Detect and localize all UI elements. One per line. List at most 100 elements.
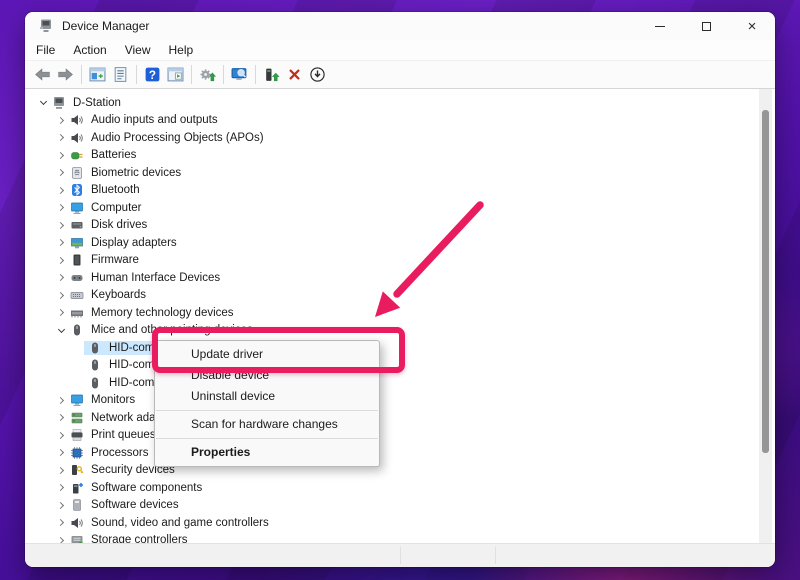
desktop-background: Device Manager × FileActionViewHelp ? D-… [0, 0, 800, 580]
battery-icon [70, 148, 84, 162]
context-menu-item-scan-for-hardware-changes[interactable]: Scan for hardware changes [155, 414, 379, 435]
minimize-icon [655, 26, 665, 27]
chevron-collapsed-icon[interactable] [56, 255, 66, 265]
close-button[interactable]: × [729, 12, 775, 40]
speaker-icon [70, 131, 84, 145]
chevron-collapsed-icon[interactable] [56, 203, 66, 213]
chevron-collapsed-icon[interactable] [56, 150, 66, 160]
chevron-collapsed-icon[interactable] [56, 168, 66, 178]
show-action-pane-button[interactable] [164, 63, 187, 86]
tree-item[interactable]: Batteries [25, 147, 775, 165]
svg-text:?: ? [149, 69, 156, 82]
firmware-icon [70, 253, 84, 267]
toolbar-separator [223, 65, 224, 84]
title-bar[interactable]: Device Manager × [25, 12, 775, 40]
tree-item[interactable]: Audio inputs and outputs [25, 112, 775, 130]
tree-item[interactable]: Processors [25, 444, 775, 462]
scan-hardware-changes-button[interactable] [228, 63, 251, 86]
annotation-arrow-icon [355, 190, 505, 330]
chevron-collapsed-icon[interactable] [56, 115, 66, 125]
mouse-icon [88, 376, 102, 390]
biometric-icon [70, 166, 84, 180]
chevron-collapsed-icon[interactable] [56, 238, 66, 248]
processor-icon [70, 446, 84, 460]
show-console-tree-icon [89, 66, 106, 83]
tree-item[interactable]: HID-comp [25, 374, 775, 392]
uninstall-device-icon [286, 66, 303, 83]
chevron-collapsed-icon[interactable] [56, 185, 66, 195]
tree-item[interactable]: Biometric devices [25, 164, 775, 182]
show-console-tree-button[interactable] [86, 63, 109, 86]
back-button[interactable] [31, 63, 54, 86]
hid-icon [70, 271, 84, 285]
monitor-icon [70, 393, 84, 407]
tree-item-label: Sound, video and game controllers [89, 516, 271, 530]
tree-item-label: D-Station [71, 96, 123, 110]
chevron-collapsed-icon[interactable] [56, 308, 66, 318]
maximize-button[interactable] [683, 12, 729, 40]
chevron-collapsed-icon[interactable] [56, 500, 66, 510]
annotation-rectangle [152, 327, 405, 373]
tree-item-label: Bluetooth [89, 183, 142, 197]
disable-device-button[interactable] [306, 63, 329, 86]
chevron-collapsed-icon[interactable] [56, 413, 66, 423]
tree-item[interactable]: Monitors [25, 392, 775, 410]
properties-button[interactable] [109, 63, 132, 86]
menu-file[interactable]: File [27, 41, 64, 59]
enable-device-button[interactable] [260, 63, 283, 86]
chevron-expanded-icon[interactable] [56, 325, 66, 335]
security-icon [70, 463, 84, 477]
tree-item[interactable]: Software components [25, 479, 775, 497]
maximize-icon [702, 22, 711, 31]
software-component-icon [70, 481, 84, 495]
menu-view[interactable]: View [116, 41, 160, 59]
tree-item[interactable]: D-Station [25, 94, 775, 112]
help-button[interactable]: ? [141, 63, 164, 86]
chevron-collapsed-icon[interactable] [56, 465, 66, 475]
context-menu-item-uninstall-device[interactable]: Uninstall device [155, 386, 379, 407]
menu-help[interactable]: Help [160, 41, 203, 59]
tree-item[interactable]: Sound, video and game controllers [25, 514, 775, 532]
chevron-collapsed-icon[interactable] [56, 290, 66, 300]
uninstall-device-button[interactable] [283, 63, 306, 86]
tree-item[interactable]: Audio Processing Objects (APOs) [25, 129, 775, 147]
toolbar-separator [81, 65, 82, 84]
chevron-collapsed-icon[interactable] [56, 133, 66, 143]
tree-item-label: Network adap [89, 411, 164, 425]
memory-icon [70, 306, 84, 320]
chevron-collapsed-icon[interactable] [56, 395, 66, 405]
toolbar-separator [191, 65, 192, 84]
context-menu-separator [156, 438, 378, 439]
tree-item-label: Keyboards [89, 288, 148, 302]
chevron-expanded-icon[interactable] [38, 98, 48, 108]
forward-button[interactable] [54, 63, 77, 86]
update-driver-software-button[interactable] [196, 63, 219, 86]
tree-item-label: Memory technology devices [89, 306, 236, 320]
context-menu-item-properties[interactable]: Properties [155, 442, 379, 463]
chevron-collapsed-icon[interactable] [56, 220, 66, 230]
properties-icon [112, 66, 129, 83]
tree-item[interactable]: Storage controllers [25, 532, 775, 544]
chevron-collapsed-icon[interactable] [56, 448, 66, 458]
chevron-collapsed-icon[interactable] [56, 535, 66, 543]
tree-item[interactable]: Print queues [25, 427, 775, 445]
tree-item[interactable]: Network adap [25, 409, 775, 427]
chevron-collapsed-icon[interactable] [56, 483, 66, 493]
status-divider [400, 547, 401, 564]
tree-item-label: Display adapters [89, 236, 179, 250]
chevron-collapsed-icon[interactable] [56, 430, 66, 440]
vertical-scrollbar[interactable] [759, 89, 772, 543]
scrollbar-thumb[interactable] [762, 110, 769, 453]
tree-item[interactable]: Security devices [25, 462, 775, 480]
tree-item[interactable]: Software devices [25, 497, 775, 515]
bluetooth-icon [70, 183, 84, 197]
chevron-collapsed-icon[interactable] [56, 273, 66, 283]
software-device-icon [70, 498, 84, 512]
workstation-icon [52, 96, 66, 110]
tree-item-label: Monitors [89, 393, 137, 407]
tree-item-label: Human Interface Devices [89, 271, 222, 285]
chevron-collapsed-icon[interactable] [56, 518, 66, 528]
minimize-button[interactable] [637, 12, 683, 40]
speaker-icon [70, 113, 84, 127]
menu-action[interactable]: Action [64, 41, 115, 59]
